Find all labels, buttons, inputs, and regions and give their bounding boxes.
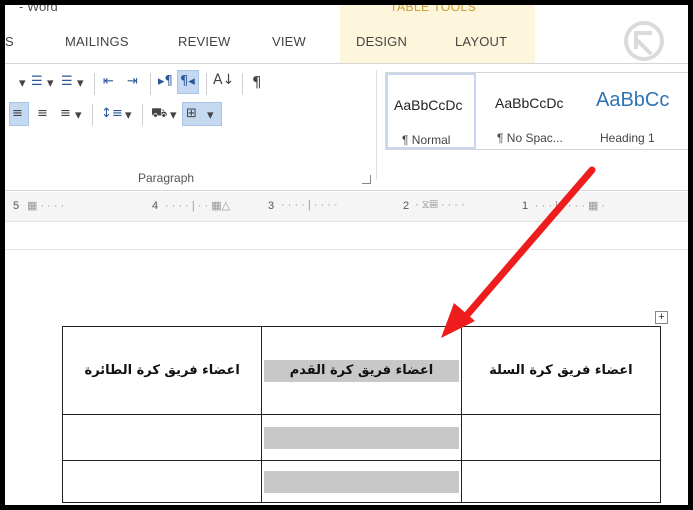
volleyball-header: اعضاء فريق كرة الطائرة	[84, 363, 240, 378]
styles-gallery: AaBbCcDc ¶ Normal AaBbCcDc ¶ No Spac... …	[385, 72, 688, 150]
sports-teams-table[interactable]: اعضاء فريق كرة الطائرة اعضاء فريق كرة ال…	[61, 326, 662, 503]
basketball-header: اعضاء فريق كرة السلة	[489, 363, 633, 378]
cell-shading	[264, 426, 459, 449]
indent-marker-icon[interactable]: · ⧖▦ · · · ·	[415, 199, 465, 212]
ltr-direction-icon[interactable]: ▸¶	[158, 74, 173, 89]
sort-icon[interactable]: A↓	[213, 72, 234, 88]
ruler-column-marker[interactable]: ▦ · · · ·	[27, 199, 64, 212]
shading-icon[interactable]: ⛟	[151, 106, 167, 123]
justify-dropdown-icon[interactable]: ▾	[75, 108, 82, 123]
decrease-indent-icon[interactable]: ⇤	[103, 74, 114, 89]
tab-design[interactable]: DESIGN	[356, 34, 407, 49]
horizontal-ruler[interactable]: 5 ▦ · · · · 4 · · · · | · · ▦△ 3 · · · ·…	[5, 192, 688, 222]
style-sample: AaBbCcDc	[394, 97, 463, 113]
table-row	[61, 414, 662, 461]
table-cell-shaded[interactable]	[261, 414, 462, 461]
rtl-direction-icon[interactable]: ¶◂	[180, 74, 195, 89]
table-row: اعضاء فريق كرة الطائرة اعضاء فريق كرة ال…	[61, 326, 662, 415]
style-name: Heading 1	[600, 131, 655, 145]
ribbon: ▾ ☰ ▾ ☰ ▾ ⇤ ⇥ ▸¶ ¶◂ A↓ ¶ ≡ ≡ ≡ ▾ ↕≡ ▾ ⛟ …	[5, 63, 688, 191]
ruler-ticks: · · · · | · · ▦△	[165, 200, 231, 212]
ruler-number: 1	[522, 200, 529, 212]
shading-dropdown-icon[interactable]: ▾	[170, 108, 177, 123]
ruler-number: 4	[152, 200, 159, 212]
numbering-dropdown-icon[interactable]: ▾	[47, 76, 54, 91]
table-cell[interactable]	[61, 414, 263, 461]
football-header: اعضاء فريق كرة القدم	[264, 359, 459, 382]
table-row	[61, 460, 662, 503]
increase-indent-icon[interactable]: ⇥	[127, 74, 138, 89]
ruler-ticks: · · · · | · · · ·	[281, 199, 338, 211]
account-arrow-icon	[624, 21, 664, 61]
ruler-number: 3	[268, 200, 275, 212]
separator	[92, 104, 93, 126]
separator	[94, 73, 95, 95]
table-cell-shaded[interactable]	[261, 460, 462, 503]
paragraph-group-label: Paragraph	[138, 171, 195, 185]
table-cell[interactable]: اعضاء فريق كرة السلة	[460, 326, 662, 415]
multilevel-list-icon[interactable]: ☰	[61, 74, 73, 89]
table-cell[interactable]: اعضاء فريق كرة الطائرة	[61, 326, 263, 415]
paragraph-dialog-launcher-icon[interactable]	[362, 175, 371, 184]
style-name: ¶ No Spac...	[497, 131, 563, 145]
separator	[150, 73, 151, 95]
line-spacing-dropdown-icon[interactable]: ▾	[125, 108, 132, 123]
table-tools-label: TABLE TOOLS	[390, 0, 477, 14]
separator	[242, 73, 243, 95]
tab-references[interactable]: S	[5, 34, 14, 49]
tab-review[interactable]: REVIEW	[178, 34, 230, 49]
numbering-icon[interactable]: ☰	[31, 74, 43, 89]
multilevel-dropdown-icon[interactable]: ▾	[77, 76, 84, 91]
cell-shading	[264, 470, 459, 493]
table-move-handle-icon[interactable]: +	[655, 311, 668, 324]
borders-icon[interactable]: ⊞	[186, 106, 197, 121]
style-no-spacing[interactable]: AaBbCcDc ¶ No Spac...	[489, 73, 584, 149]
style-heading-1[interactable]: AaBbCc Heading 1	[594, 73, 688, 149]
align-right-icon[interactable]: ≡	[12, 106, 23, 121]
table-cell[interactable]	[61, 460, 263, 503]
style-normal[interactable]: AaBbCcDc ¶ Normal	[386, 73, 476, 149]
group-separator	[376, 70, 377, 180]
table-cell[interactable]	[460, 414, 662, 461]
borders-dropdown-icon[interactable]: ▾	[207, 108, 214, 123]
ruler-number: 2	[403, 200, 410, 212]
tab-mailings[interactable]: MAILINGS	[65, 34, 129, 49]
align-center-icon[interactable]: ≡	[37, 106, 48, 121]
table-cell[interactable]	[460, 460, 662, 503]
ruler-ticks: · · · | · · · · ▦ ·	[535, 200, 606, 212]
tab-layout[interactable]: LAYOUT	[455, 34, 507, 49]
style-sample: AaBbCc	[596, 89, 670, 111]
justify-icon[interactable]: ≡	[60, 106, 71, 121]
style-sample: AaBbCcDc	[495, 95, 564, 111]
style-name: ¶ Normal	[402, 133, 451, 147]
line-spacing-icon[interactable]: ↕≡	[101, 106, 123, 121]
separator	[206, 73, 207, 95]
dropdown-arrow-icon[interactable]: ▾	[19, 76, 26, 91]
tab-view[interactable]: VIEW	[272, 34, 306, 49]
window-title: - Word	[19, 0, 58, 14]
separator	[142, 104, 143, 126]
word-window: - Word TABLE TOOLS S MAILINGS REVIEW VIE…	[0, 0, 693, 510]
table-cell-shaded[interactable]: اعضاء فريق كرة القدم	[261, 326, 462, 415]
show-paragraph-marks-icon[interactable]: ¶	[252, 73, 262, 91]
ruler-number: 5	[13, 200, 20, 212]
